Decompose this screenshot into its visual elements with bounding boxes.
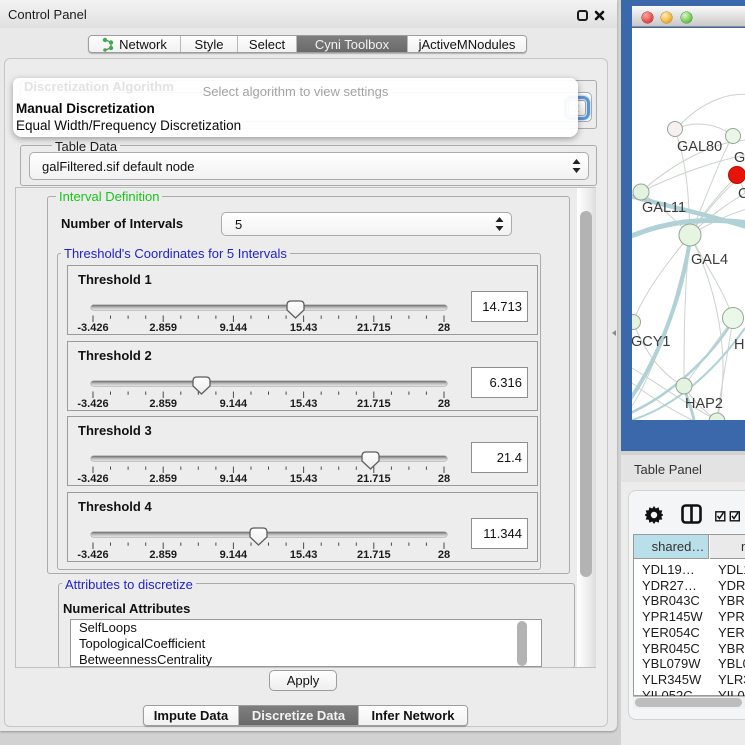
svg-text:GA: GA xyxy=(734,150,745,166)
svg-text:GAL11: GAL11 xyxy=(642,200,686,216)
svg-text:H: H xyxy=(734,337,744,353)
svg-text:GAL4: GAL4 xyxy=(691,252,728,268)
svg-text:GAL80: GAL80 xyxy=(677,139,722,155)
svg-text:C: C xyxy=(738,186,745,202)
svg-text:HAP2: HAP2 xyxy=(685,396,723,412)
svg-text:GCY1: GCY1 xyxy=(632,334,671,350)
